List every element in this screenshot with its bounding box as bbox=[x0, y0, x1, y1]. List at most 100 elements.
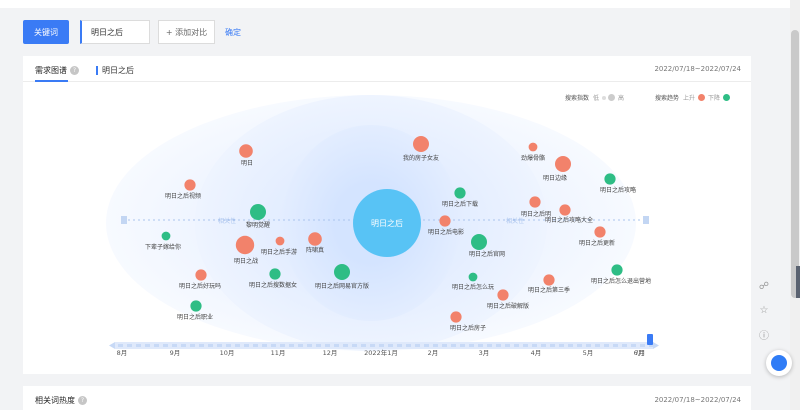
axis-left-cap bbox=[121, 216, 127, 224]
timeline-segment bbox=[523, 344, 528, 347]
keyword-node[interactable] bbox=[275, 236, 285, 246]
legend-trend-label: 搜索趋势 bbox=[655, 95, 680, 102]
keyword-node[interactable] bbox=[594, 226, 606, 238]
timeline-segment bbox=[460, 344, 465, 347]
keyword-node[interactable] bbox=[528, 142, 538, 152]
legend-high: 高 bbox=[618, 95, 625, 102]
star-icon[interactable]: ☆ bbox=[754, 300, 774, 320]
timeline-segment bbox=[379, 344, 384, 347]
timeline-segment bbox=[640, 344, 645, 347]
timeline-segment bbox=[352, 344, 357, 347]
edge-tab[interactable] bbox=[796, 266, 800, 298]
keyword-node-label: 明日之后怎么退出营地 bbox=[591, 277, 651, 285]
timeline-segment bbox=[442, 344, 447, 347]
keyword-node[interactable] bbox=[559, 204, 571, 216]
keyword-node-label: 明日之后官网 bbox=[469, 250, 505, 258]
keyword-node-label: 黎明觉醒 bbox=[246, 221, 270, 229]
keyword-node[interactable] bbox=[468, 272, 478, 282]
add-compare-button[interactable]: + 添加对比 bbox=[158, 20, 215, 44]
date-range: 2022/07/18~2022/07/24 bbox=[654, 65, 741, 73]
timeline-segment bbox=[334, 344, 339, 347]
keyword-node-label: 明日 bbox=[241, 160, 253, 167]
timeline-prev-icon[interactable] bbox=[109, 342, 115, 349]
timeline-segment bbox=[631, 344, 636, 347]
keyword-node[interactable] bbox=[471, 234, 487, 250]
timeline-segment bbox=[397, 344, 402, 347]
keyword-node[interactable] bbox=[604, 173, 616, 185]
timeline-segment bbox=[298, 344, 303, 347]
keyword-node[interactable] bbox=[308, 232, 322, 246]
timeline-segment bbox=[172, 344, 177, 347]
keyword-node-label: 明日之后攻略 bbox=[600, 186, 636, 194]
timeline-segment bbox=[325, 344, 330, 347]
keyword-node[interactable] bbox=[190, 300, 202, 312]
keyword-node[interactable] bbox=[454, 187, 466, 199]
keyword-node-label: 明日之后手游 bbox=[261, 248, 297, 256]
timeline-segment bbox=[181, 344, 186, 347]
timeline-month-label: 9月 bbox=[170, 349, 181, 357]
chat-icon bbox=[771, 355, 787, 371]
keyword-node-label: 明日边缘 bbox=[543, 174, 567, 182]
keyword-node-label: 劲爆骨骼 bbox=[521, 154, 545, 162]
timeline-segment bbox=[613, 344, 618, 347]
timeline-month-label: 2022年1月 bbox=[364, 348, 398, 357]
keyword-node[interactable] bbox=[250, 204, 266, 220]
keyword-node-label: 明日之后好玩吗 bbox=[179, 282, 221, 290]
keyword-input[interactable]: 明日之后 bbox=[80, 20, 150, 44]
timeline-month-label: 8月 bbox=[117, 349, 128, 357]
help-circle-icon[interactable]: ⓘ bbox=[754, 324, 774, 344]
keyword-node[interactable] bbox=[161, 231, 171, 241]
related-hot-card: 相关词热度 ? 2022/07/18~2022/07/24 bbox=[23, 386, 751, 410]
confirm-link[interactable]: 确定 bbox=[225, 27, 241, 38]
timeline-handle[interactable] bbox=[647, 334, 653, 345]
timeline-segment bbox=[307, 344, 312, 347]
keyword-node[interactable] bbox=[269, 268, 281, 280]
keyword-node[interactable] bbox=[543, 274, 555, 286]
keyword-node[interactable] bbox=[334, 264, 350, 280]
keyword-node-label: 明日之后破解版 bbox=[487, 302, 529, 310]
timeline-month-label: 4月 bbox=[531, 349, 542, 357]
keyword-node[interactable] bbox=[497, 289, 509, 301]
keyword-node[interactable] bbox=[611, 264, 623, 276]
timeline-segment bbox=[154, 344, 159, 347]
help-icon[interactable]: ? bbox=[78, 396, 87, 405]
timeline-segment bbox=[496, 344, 501, 347]
page-scrollbar[interactable] bbox=[790, 0, 800, 410]
keyword-node[interactable] bbox=[450, 311, 462, 323]
timeline-segment bbox=[478, 344, 483, 347]
timeline-segment bbox=[118, 344, 123, 347]
legend-small-dot bbox=[602, 95, 607, 100]
demand-graph: 相关性 相关性 明日之后 明日 我的房子女友 劲爆骨骼明日边缘明日之后攻略明日之后视频明日… bbox=[106, 95, 659, 357]
timeline-segment bbox=[433, 344, 438, 347]
timeline-segment bbox=[505, 344, 510, 347]
keyword-node-label: 明日之后房子 bbox=[450, 324, 486, 332]
timeline-segment bbox=[199, 344, 204, 347]
relevance-label-right: 相关性 bbox=[506, 217, 524, 225]
legend-large-dot bbox=[608, 94, 616, 101]
keyword-node[interactable] bbox=[439, 215, 451, 227]
timeline-segment bbox=[415, 344, 420, 347]
timeline-segment bbox=[451, 344, 456, 347]
keyword-button[interactable]: 关键词 bbox=[23, 20, 69, 44]
help-icon[interactable]: ? bbox=[70, 66, 79, 75]
keyword-node[interactable] bbox=[529, 196, 541, 208]
keyword-node[interactable] bbox=[195, 269, 207, 281]
tab-demand-graph[interactable]: 需求图谱 ? bbox=[35, 65, 79, 76]
chat-button[interactable] bbox=[766, 350, 792, 376]
timeline-segment bbox=[343, 344, 348, 347]
keyword-node[interactable] bbox=[239, 144, 253, 158]
legend-up-dot bbox=[698, 94, 706, 101]
tab-label: 需求图谱 bbox=[35, 66, 67, 75]
keyword-node[interactable] bbox=[413, 136, 429, 152]
timeline-month-label: 10月 bbox=[220, 349, 235, 357]
share-icon[interactable]: ☍ bbox=[754, 276, 774, 296]
timeline-next-icon[interactable] bbox=[653, 342, 659, 349]
timeline-segment bbox=[145, 344, 150, 347]
keyword-node[interactable] bbox=[235, 235, 255, 255]
timeline-segment bbox=[208, 344, 213, 347]
scrollbar-thumb[interactable] bbox=[791, 30, 799, 298]
timeline-segment bbox=[361, 344, 366, 347]
keyword-node[interactable] bbox=[555, 156, 571, 172]
tab-underline bbox=[35, 80, 68, 82]
keyword-node[interactable] bbox=[184, 179, 196, 191]
